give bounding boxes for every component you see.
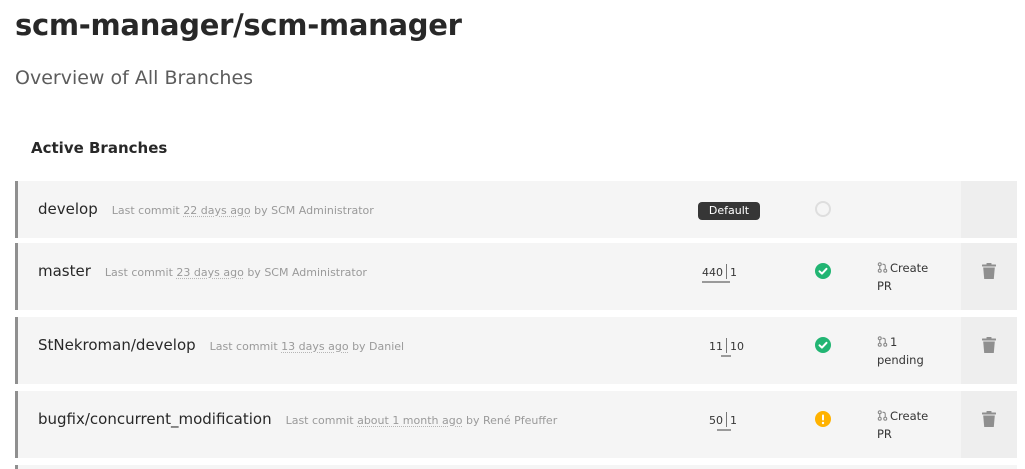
actions-cell	[961, 317, 1017, 384]
create-pr-link[interactable]: Create PR	[877, 407, 947, 443]
status-success-icon	[815, 337, 831, 353]
branch-name-link[interactable]: StNekroman/develop Last commit 13 days ag…	[38, 336, 404, 354]
pr-label-line2[interactable]: PR	[877, 427, 892, 441]
trash-icon[interactable]	[982, 337, 996, 353]
meta-prefix: Last commit	[285, 414, 354, 427]
branch-name-link[interactable]: master Last commit 23 days ago by SCM Adm…	[38, 262, 367, 280]
meta-author: by René Pfeuffer	[465, 414, 558, 427]
branch-name[interactable]: bugfix/concurrent_modification	[38, 410, 272, 428]
git-pull-request-icon	[877, 262, 888, 273]
branch-meta: Last commit about 1 month ago by René Pf…	[286, 414, 558, 427]
ahead-behind-divider	[726, 412, 727, 427]
pr-label-line2[interactable]: pending	[877, 353, 924, 367]
actions-cell	[961, 243, 1017, 310]
default-badge: Default	[698, 202, 760, 220]
meta-time: 22 days ago	[183, 204, 251, 217]
pr-label-line2[interactable]: PR	[877, 279, 892, 293]
ahead-count: 1	[730, 266, 737, 279]
git-pull-request-icon	[877, 410, 888, 421]
pending-pr-link[interactable]: 1 pending	[877, 333, 947, 369]
branch-row-partial	[15, 465, 1017, 469]
behind-count: 11	[709, 340, 723, 353]
branch-name-link[interactable]: bugfix/concurrent_modification Last commi…	[38, 410, 557, 428]
ahead-count: 1	[730, 414, 737, 427]
git-pull-request-icon	[877, 336, 888, 347]
pr-label-line1[interactable]: 1	[890, 335, 897, 349]
page-title: scm-manager/scm-manager	[15, 8, 462, 42]
meta-time: about 1 month ago	[357, 414, 463, 427]
branch-name[interactable]: master	[38, 262, 91, 280]
status-pending-icon	[815, 201, 831, 217]
ahead-behind-divider	[726, 338, 727, 353]
ahead-behind-indicator: 11 10	[709, 338, 744, 357]
pr-label-line1[interactable]: Create	[890, 261, 928, 275]
branch-row[interactable]: develop Last commit 22 days ago by SCM Ad…	[15, 181, 1017, 238]
meta-prefix: Last commit	[209, 340, 278, 353]
meta-prefix: Last commit	[104, 266, 173, 279]
branch-row[interactable]: master Last commit 23 days ago by SCM Adm…	[15, 243, 1017, 310]
behind-count: 50	[709, 414, 723, 427]
status-warning-icon	[815, 411, 831, 427]
ahead-behind-indicator: 50 1	[709, 412, 737, 431]
ahead-behind-indicator: 440 1	[702, 264, 737, 283]
trash-icon[interactable]	[982, 263, 996, 279]
meta-prefix: Last commit	[111, 204, 180, 217]
meta-author: by Daniel	[352, 340, 405, 353]
meta-time: 13 days ago	[281, 340, 349, 353]
trash-icon[interactable]	[982, 411, 996, 427]
meta-author: by SCM Administrator	[247, 266, 367, 279]
ahead-count: 10	[730, 340, 744, 353]
actions-cell	[961, 181, 1017, 238]
ahead-behind-divider	[726, 264, 727, 279]
page-subtitle: Overview of All Branches	[15, 67, 254, 89]
branch-meta: Last commit 13 days ago by Daniel	[210, 340, 404, 353]
branch-name-link[interactable]: develop Last commit 22 days ago by SCM Ad…	[38, 200, 374, 218]
branch-row[interactable]: StNekroman/develop Last commit 13 days ag…	[15, 317, 1017, 384]
meta-author: by SCM Administrator	[254, 204, 374, 217]
behind-count: 440	[702, 266, 723, 279]
branch-row[interactable]: bugfix/concurrent_modification Last commi…	[15, 391, 1017, 458]
section-heading: Active Branches	[31, 139, 168, 157]
behind-bar	[717, 429, 731, 431]
branch-meta: Last commit 23 days ago by SCM Administr…	[105, 266, 367, 279]
behind-bar	[702, 281, 730, 283]
meta-time: 23 days ago	[176, 266, 244, 279]
status-success-icon	[815, 263, 831, 279]
branch-name[interactable]: StNekroman/develop	[38, 336, 196, 354]
branch-meta: Last commit 22 days ago by SCM Administr…	[112, 204, 374, 217]
actions-cell	[961, 391, 1017, 458]
create-pr-link[interactable]: Create PR	[877, 259, 947, 295]
behind-bar	[721, 355, 731, 357]
branch-name[interactable]: develop	[38, 200, 98, 218]
pr-label-line1[interactable]: Create	[890, 409, 928, 423]
